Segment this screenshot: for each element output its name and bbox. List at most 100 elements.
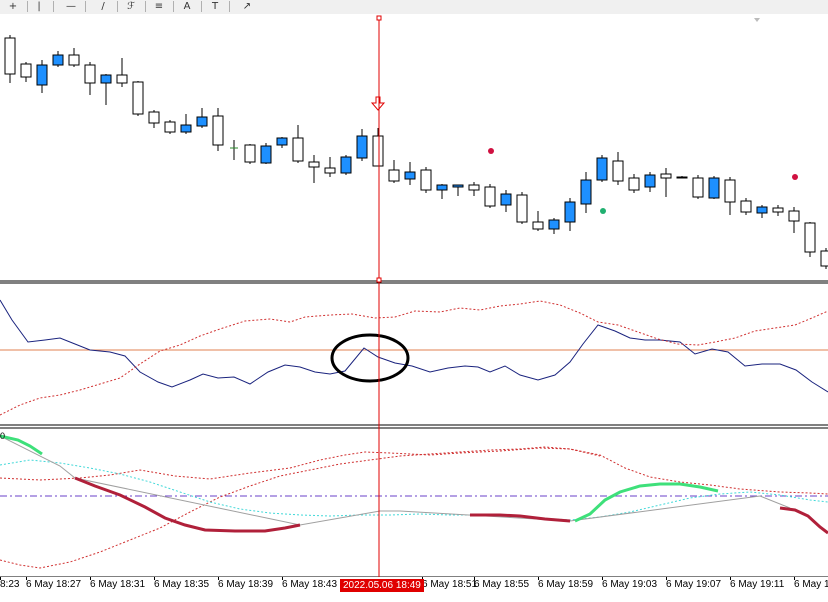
candlestick <box>740 198 752 215</box>
candle-body <box>100 74 112 84</box>
time-axis-label: 6 May 18:55 <box>474 579 530 590</box>
time-axis-tick <box>26 577 27 580</box>
candle-body <box>580 179 592 205</box>
candle-body <box>52 54 64 66</box>
candle-body <box>676 176 688 179</box>
candle-body <box>404 171 416 180</box>
candle-body <box>804 222 816 253</box>
cursor-handle <box>376 277 382 283</box>
cursor-handle <box>376 15 382 21</box>
candle-body <box>4 37 16 75</box>
time-axis-tick <box>666 577 667 580</box>
candle-body <box>196 116 208 127</box>
candle-body <box>324 167 336 174</box>
signal-dot-green <box>600 208 606 214</box>
candlestick <box>820 248 828 269</box>
candlestick <box>132 81 144 116</box>
candle-body <box>468 184 480 191</box>
time-axis-label: 6 May 19:07 <box>666 579 722 590</box>
candlestick <box>340 155 352 175</box>
candle-body <box>36 64 48 86</box>
candle-body <box>532 221 544 230</box>
time-axis-label: 6 May 18:51 <box>422 579 478 590</box>
candle-body <box>340 156 352 174</box>
candle-body <box>740 200 752 213</box>
candle-body <box>596 157 608 181</box>
time-axis-tick <box>602 577 603 580</box>
candlestick <box>484 184 496 208</box>
toolbar-separator <box>53 1 54 12</box>
time-axis-tick <box>794 577 795 580</box>
candle-body <box>564 201 576 223</box>
candlestick <box>244 144 256 164</box>
signal-dot-red <box>488 148 494 154</box>
candle-body <box>452 184 464 188</box>
time-axis-label: 6 May 18:59 <box>538 579 594 590</box>
candlestick <box>708 176 720 199</box>
candle-body <box>84 64 96 84</box>
candle-body <box>500 193 512 206</box>
candle-body <box>292 137 304 162</box>
candle-body <box>116 74 128 84</box>
time-axis-tick <box>154 577 155 580</box>
time-axis-label: 6 May 18:35 <box>154 579 210 590</box>
candle-body <box>372 135 384 167</box>
candle-body <box>484 186 496 207</box>
toolbar-separator <box>173 1 174 12</box>
chart-background <box>0 14 828 577</box>
time-axis-label: 6 May 1 <box>794 579 828 590</box>
channel-icon[interactable]: ≡ <box>148 0 170 13</box>
vertical-line-icon[interactable]: | <box>28 0 50 13</box>
candle-body <box>788 210 800 222</box>
time-axis-tick <box>474 577 475 580</box>
time-axis-label: 6 May 18:31 <box>90 579 146 590</box>
candle-body <box>692 177 704 198</box>
candle-body <box>628 177 640 191</box>
candle-body <box>820 250 828 267</box>
time-axis-tick <box>90 577 91 580</box>
candlestick <box>516 192 528 224</box>
toolbar: + | — / ℱ ≡ A T ↗ <box>0 0 828 15</box>
candle-body <box>20 63 32 78</box>
label-tool-icon[interactable]: T <box>204 0 226 13</box>
candle-body <box>276 137 288 146</box>
chart-area[interactable] <box>0 14 828 577</box>
cursor-time-label: 2022.05.06 18:49 <box>340 579 424 592</box>
candlestick <box>260 143 272 164</box>
horizontal-line-icon[interactable]: — <box>60 0 82 13</box>
time-axis: 8:23 6 May 18:27 6 May 18:31 6 May 18:35 6 M… <box>0 577 828 602</box>
candle-body <box>260 145 272 164</box>
candle-body <box>660 173 672 179</box>
candle-body <box>420 169 432 191</box>
candle-body <box>612 160 624 182</box>
arrow-tool-icon[interactable]: ↗ <box>236 0 258 13</box>
candle-body <box>516 194 528 223</box>
candle-body <box>644 174 656 188</box>
candlestick <box>164 120 176 134</box>
candle-body <box>308 161 320 168</box>
candle-body <box>244 144 256 163</box>
candle-body <box>68 54 80 66</box>
toolbar-separator <box>85 1 86 12</box>
candlestick <box>420 167 432 193</box>
time-axis-label: 6 May 18:27 <box>26 579 82 590</box>
crosshair-icon[interactable]: + <box>2 0 24 13</box>
time-axis-label: 8:23 <box>0 579 20 590</box>
time-axis-tick <box>218 577 219 580</box>
candle-body <box>436 184 448 191</box>
trendline-icon[interactable]: / <box>92 0 114 13</box>
candle-body <box>724 179 736 203</box>
candle-body <box>388 169 400 182</box>
candle-body <box>132 81 144 115</box>
candle-body <box>164 121 176 133</box>
fibonacci-icon[interactable]: ℱ <box>120 0 142 13</box>
candle-body <box>708 177 720 199</box>
time-axis-tick <box>538 577 539 580</box>
candle-body <box>180 124 192 133</box>
text-tool-icon[interactable]: A <box>176 0 198 13</box>
lower-level-label: 0 <box>0 431 6 441</box>
signal-dot-red <box>792 174 798 180</box>
candle-body <box>772 207 784 213</box>
time-axis-label: 6 May 18:43 <box>282 579 338 590</box>
candlestick <box>804 222 816 257</box>
